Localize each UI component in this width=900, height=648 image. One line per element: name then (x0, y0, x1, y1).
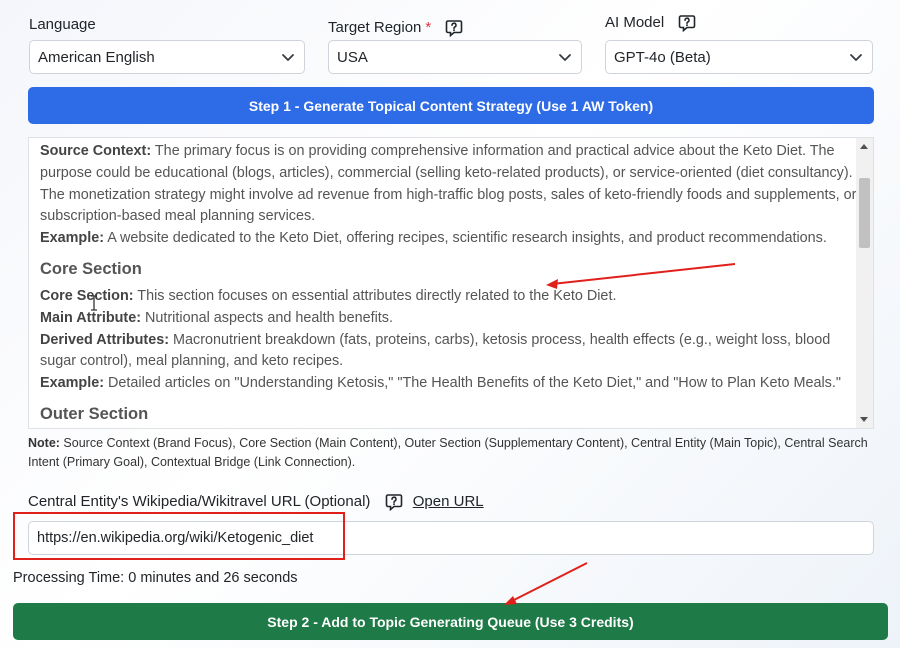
main-attribute-paragraph: Main Attribute: Nutritional aspects and … (40, 308, 858, 330)
required-mark: * (425, 19, 432, 36)
language-select[interactable]: American English (29, 40, 305, 74)
language-label-text: Language (29, 16, 96, 33)
annotation-highlight-box (13, 512, 345, 560)
derived-attributes-label: Derived Attributes: (40, 331, 170, 348)
source-context-label: Source Context: (40, 143, 152, 159)
outer-section-heading: Outer Section (40, 404, 149, 423)
processing-time: Processing Time: 0 minutes and 26 second… (13, 570, 298, 586)
source-context-text: The primary focus is on providing compre… (40, 143, 857, 225)
main-attribute-label: Main Attribute: (40, 309, 141, 326)
output-scrollbar[interactable] (856, 138, 873, 428)
note-text: Note: Source Context (Brand Focus), Core… (28, 434, 878, 472)
core-section-heading: Core Section (40, 259, 142, 278)
note-body: Source Context (Brand Focus), Core Secti… (28, 436, 868, 469)
note-label: Note: (28, 436, 60, 450)
example-paragraph-2: Example: Detailed articles on "Understan… (40, 373, 858, 395)
chevron-down-icon (850, 54, 862, 61)
scroll-down-icon[interactable] (860, 417, 868, 422)
example-paragraph: Example: A website dedicated to the Keto… (40, 228, 858, 250)
wiki-url-label: Central Entity's Wikipedia/Wikitravel UR… (28, 493, 484, 512)
scroll-up-icon[interactable] (860, 144, 868, 149)
strategy-output-content: Source Context: The primary focus is on … (40, 141, 858, 428)
core-section-label: Core Section: (40, 287, 134, 304)
example-label-2: Example: (40, 375, 104, 392)
main-attribute-text: Nutritional aspects and health benefits. (141, 309, 393, 326)
language-label: Language (29, 16, 96, 33)
core-section-paragraph: Core Section: This section focuses on es… (40, 286, 858, 308)
ai-model-value: GPT-4o (Beta) (614, 48, 711, 66)
language-value: American English (38, 48, 155, 66)
source-context-paragraph: Source Context: The primary focus is on … (40, 141, 858, 228)
ai-model-label: AI Model (605, 14, 696, 33)
derived-attributes-paragraph: Derived Attributes: Macronutrient breakd… (40, 330, 858, 374)
example-text: A website dedicated to the Keto Diet, of… (104, 230, 827, 247)
example-text-2: Detailed articles on "Understanding Keto… (104, 375, 841, 392)
target-region-label: Target Region * (328, 19, 463, 38)
example-label: Example: (40, 230, 104, 247)
core-section-text: This section focuses on essential attrib… (133, 287, 617, 304)
scrollbar-thumb[interactable] (859, 178, 870, 248)
help-icon[interactable] (678, 14, 696, 33)
text-cursor-icon (91, 295, 97, 311)
open-url-link[interactable]: Open URL (413, 493, 484, 510)
help-icon[interactable] (445, 19, 463, 38)
strategy-output-box[interactable]: Source Context: The primary focus is on … (28, 137, 874, 429)
ai-model-label-text: AI Model (605, 14, 665, 31)
target-region-value: USA (337, 48, 368, 66)
annotation-arrow (504, 562, 588, 605)
ai-model-select[interactable]: GPT-4o (Beta) (605, 40, 873, 74)
target-region-label-text: Target Region (328, 19, 422, 36)
chevron-down-icon (559, 54, 571, 61)
chevron-down-icon (282, 54, 294, 61)
target-region-select[interactable]: USA (328, 40, 582, 74)
step2-queue-button[interactable]: Step 2 - Add to Topic Generating Queue (… (13, 603, 888, 640)
wiki-url-label-text: Central Entity's Wikipedia/Wikitravel UR… (28, 493, 371, 510)
step1-generate-button[interactable]: Step 1 - Generate Topical Content Strate… (28, 87, 874, 124)
help-icon[interactable] (385, 493, 403, 512)
